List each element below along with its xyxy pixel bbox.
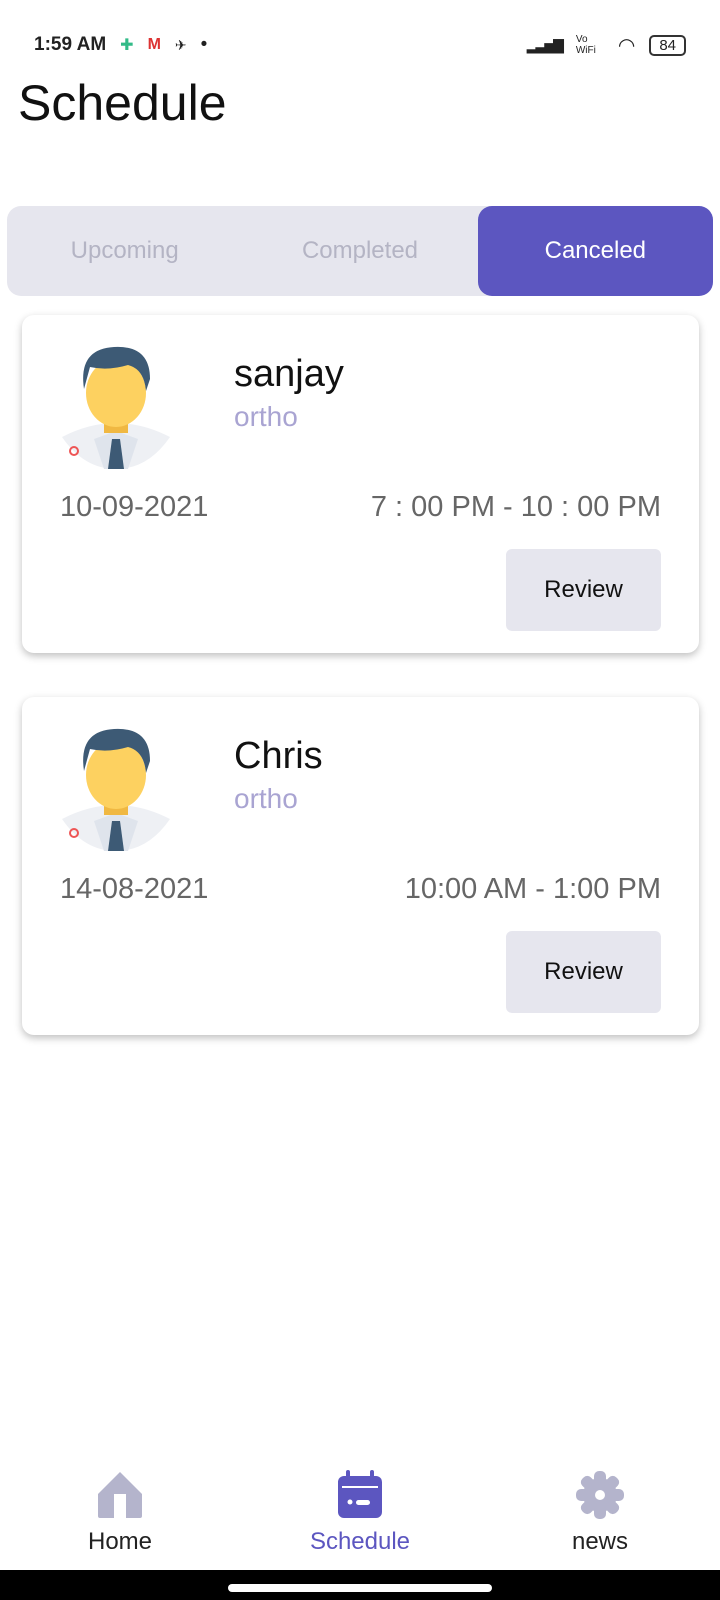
doctor-specialty: ortho (234, 401, 298, 432)
appointment-time: 7 : 00 PM - 10 : 00 PM (370, 491, 661, 523)
bottom-nav: Home Schedule news (0, 1470, 720, 1600)
nav-home[interactable]: Home (40, 1470, 200, 1556)
status-time: 1:59 AM (34, 34, 107, 55)
gear-icon (576, 1471, 624, 1519)
schedule-tabs: Upcoming Completed Canceled (7, 206, 713, 296)
home-gesture-handle[interactable] (228, 1584, 492, 1592)
calendar-icon (338, 1470, 382, 1518)
review-button[interactable]: Review (506, 549, 661, 631)
doctor-specialty: ortho (234, 783, 298, 814)
appointment-date: 10-09-2021 (60, 491, 209, 523)
gmail-icon: M (147, 36, 161, 53)
battery-icon: 84 (649, 34, 686, 56)
system-nav-bar (0, 1570, 720, 1600)
nav-home-label: Home (87, 1528, 153, 1555)
review-button[interactable]: Review (506, 931, 661, 1013)
doctor-name: sanjay (234, 353, 344, 395)
play-services-icon: ✚ (120, 37, 134, 54)
dot-icon: • (200, 34, 208, 55)
doctor-name: Chris (234, 735, 323, 777)
appointment-date: 14-08-2021 (60, 873, 209, 905)
nav-news[interactable]: news (520, 1470, 680, 1556)
vowifi-label: Vo WiFi (575, 34, 596, 56)
tab-completed[interactable]: Completed (242, 206, 477, 296)
appointment-card: sanjay ortho 10-09-2021 7 : 00 PM - 10 :… (22, 315, 699, 653)
status-bar: 1:59 AM ✚ M ✈ • ▂▃▅▇ Vo WiFi ◠ 84 (34, 30, 686, 60)
doctor-avatar (62, 728, 170, 851)
tab-upcoming[interactable]: Upcoming (7, 206, 242, 296)
signal-icon: ▂▃▅▇ (526, 36, 564, 53)
appointment-time: 10:00 AM - 1:00 PM (404, 873, 661, 905)
nav-schedule[interactable]: Schedule (280, 1470, 440, 1556)
appointment-card: Chris ortho 14-08-2021 10:00 AM - 1:00 P… (22, 697, 699, 1035)
app-icon: ✈ (174, 36, 187, 53)
wifi-icon: ◠ (617, 34, 636, 57)
nav-news-label: news (571, 1528, 629, 1555)
page-title: Schedule (18, 75, 227, 131)
home-icon (98, 1472, 142, 1518)
tab-canceled[interactable]: Canceled (477, 206, 713, 296)
nav-schedule-label: Schedule (309, 1528, 411, 1555)
doctor-avatar (62, 346, 170, 469)
